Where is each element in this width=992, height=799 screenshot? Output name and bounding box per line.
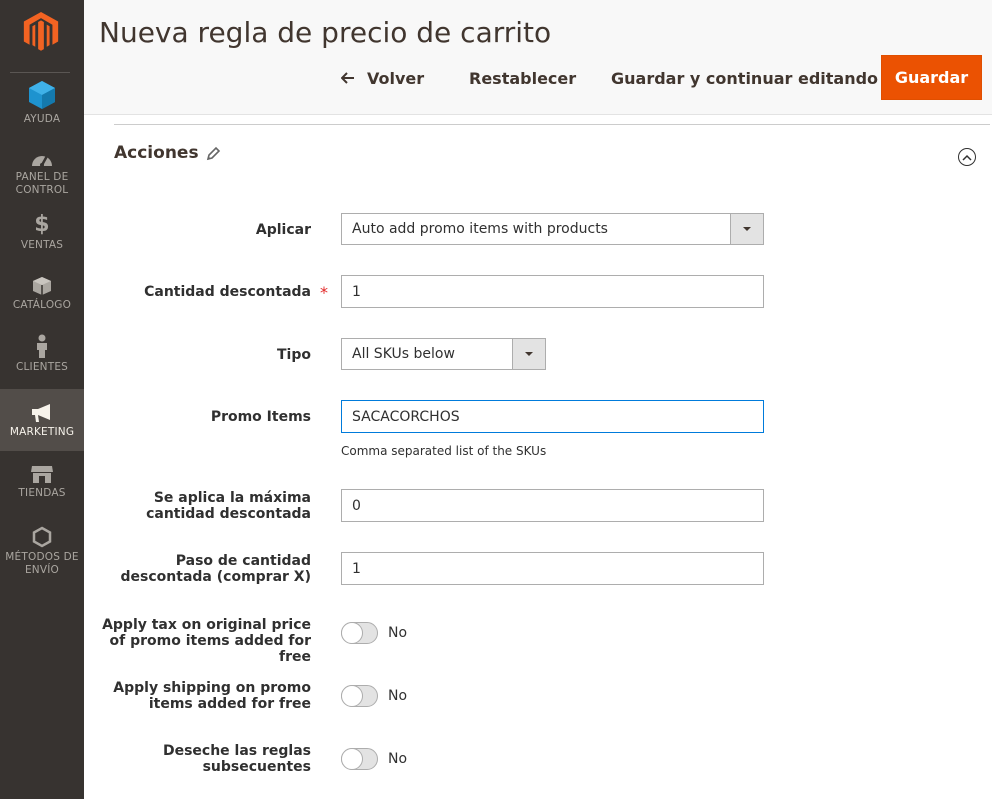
type-label: Tipo: [277, 347, 311, 363]
sidebar-item-customers[interactable]: CLIENTES: [0, 334, 84, 378]
max-qty-label: Se aplica la máxima cantidad descontada: [146, 490, 311, 522]
discount-qty-input[interactable]: 1: [341, 275, 764, 308]
sidebar-item-label: MARKETING: [9, 426, 75, 438]
sidebar-item-label: VENTAS: [20, 239, 64, 251]
save-button[interactable]: Guardar: [881, 55, 982, 100]
page-header: Nueva regla de precio de carrito Volver …: [84, 0, 992, 115]
sidebar-item-stores[interactable]: TIENDAS: [0, 464, 84, 504]
sidebar-item-shipping-methods[interactable]: MÉTODOS DE ENVÍO: [0, 526, 84, 576]
sidebar-item-label: AYUDA: [23, 113, 61, 125]
arrow-left-icon: [341, 72, 354, 84]
sidebar-item-sales[interactable]: $ VENTAS: [0, 214, 84, 254]
magento-logo-icon[interactable]: [22, 11, 60, 51]
promo-items-note: Comma separated list of the SKUs: [341, 444, 547, 458]
apply-label: Aplicar: [255, 222, 311, 238]
chevron-down-icon: [743, 227, 751, 231]
apply-select[interactable]: Auto add promo items with products: [341, 213, 764, 245]
toggle-knob: [341, 748, 363, 770]
sidebar-item-catalog[interactable]: CATÁLOGO: [0, 276, 84, 316]
promo-items-label: Promo Items: [210, 409, 311, 425]
dropdown-arrow[interactable]: [730, 214, 763, 244]
sidebar-item-help[interactable]: AYUDA: [0, 80, 84, 132]
chevron-up-icon: [962, 154, 972, 161]
sidebar-item-label: CATÁLOGO: [12, 299, 72, 311]
section-title[interactable]: Acciones: [114, 143, 199, 163]
person-icon: [37, 334, 47, 358]
save-and-continue-button[interactable]: Guardar y continuar editando: [611, 58, 878, 98]
qty-step-value: 1: [352, 560, 361, 577]
discount-qty-value: 1: [352, 283, 361, 300]
apply-tax-value: No: [388, 625, 408, 641]
sidebar-item-label: CLIENTES: [15, 361, 69, 373]
sidebar-item-dashboard[interactable]: PANEL DE CONTROL: [0, 150, 84, 200]
store-icon: [31, 466, 53, 483]
promo-items-value: SACACORCHOS: [352, 408, 460, 425]
discard-rules-toggle[interactable]: [341, 748, 378, 770]
sidebar-item-marketing[interactable]: MARKETING: [0, 389, 84, 451]
reset-button[interactable]: Restablecer: [469, 58, 576, 98]
page-title: Nueva regla de precio de carrito: [99, 16, 552, 49]
sidebar-item-label: MÉTODOS DE ENVÍO: [5, 551, 79, 576]
apply-shipping-toggle[interactable]: [341, 685, 378, 707]
collapse-section-button[interactable]: [958, 148, 976, 166]
section-divider: [114, 124, 990, 125]
dashboard-icon: [32, 155, 52, 167]
pencil-icon[interactable]: [205, 146, 221, 162]
max-qty-input[interactable]: 0: [341, 489, 764, 522]
type-select-value: All SKUs below: [352, 346, 455, 362]
discard-rules-label: Deseche las reglas subsecuentes: [162, 743, 311, 775]
type-select[interactable]: All SKUs below: [341, 338, 546, 370]
back-button[interactable]: Volver: [341, 58, 424, 98]
apply-tax-label: Apply tax on original price of promo ite…: [102, 617, 311, 665]
dollar-icon: $: [34, 212, 50, 237]
qty-step-input[interactable]: 1: [341, 552, 764, 585]
max-qty-value: 0: [352, 497, 361, 514]
apply-shipping-label: Apply shipping on promo items added for …: [113, 680, 311, 712]
apply-tax-toggle[interactable]: [341, 622, 378, 644]
discount-qty-label: Cantidad descontada: [144, 284, 311, 300]
dropdown-arrow[interactable]: [512, 339, 545, 369]
apply-select-value: Auto add promo items with products: [352, 221, 608, 237]
cube-icon: [29, 81, 55, 109]
hexagon-icon: [32, 526, 52, 548]
toggle-knob: [341, 622, 363, 644]
discard-rules-value: No: [388, 751, 408, 767]
promo-items-input[interactable]: SACACORCHOS: [341, 400, 764, 433]
apply-shipping-value: No: [388, 688, 408, 704]
qty-step-label: Paso de cantidad descontada (comprar X): [120, 553, 311, 585]
sidebar-item-label: PANEL DE CONTROL: [15, 171, 69, 196]
chevron-down-icon: [525, 352, 533, 356]
required-marker: *: [320, 283, 328, 302]
logo-divider: [10, 72, 70, 73]
back-button-label: Volver: [367, 68, 425, 88]
box-icon: [33, 277, 51, 295]
megaphone-icon: [32, 404, 50, 422]
toggle-knob: [341, 685, 363, 707]
sidebar-item-label: TIENDAS: [18, 487, 66, 499]
admin-sidebar: AYUDA PANEL DE CONTROL $ VENTAS CATÁLOGO…: [0, 0, 84, 799]
